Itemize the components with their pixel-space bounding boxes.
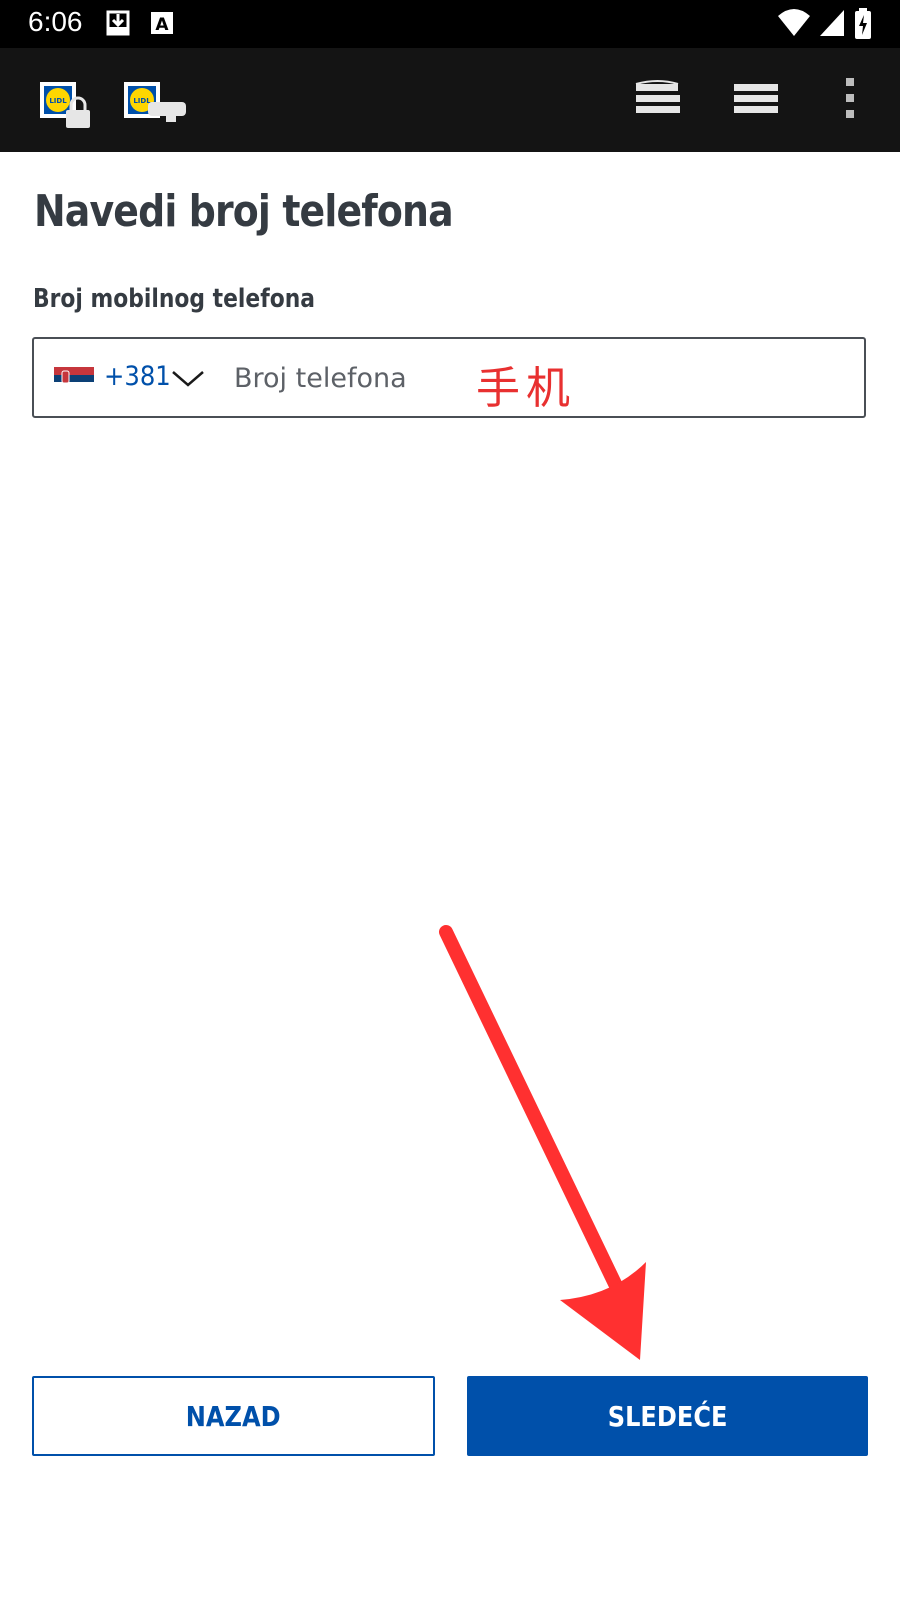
wifi-icon xyxy=(778,9,810,36)
phone-input-group: +381 xyxy=(32,337,866,418)
country-code[interactable]: +381 xyxy=(104,361,171,392)
back-button-label: NAZAD xyxy=(186,1399,281,1433)
next-button[interactable]: SLEDEĆE xyxy=(467,1376,868,1456)
svg-text:LIDL: LIDL xyxy=(133,97,151,105)
next-button-label: SLEDEĆE xyxy=(607,1399,728,1433)
page-title: Navedi broj telefona xyxy=(34,186,454,237)
list-menu-icon[interactable] xyxy=(732,78,784,122)
app-toolbar: LIDL LIDL xyxy=(0,48,900,152)
lidl-lock-icon[interactable]: LIDL xyxy=(38,80,94,132)
annotation-arrow xyxy=(439,925,646,1360)
status-time: 6:06 xyxy=(28,6,83,37)
svg-text:A: A xyxy=(155,15,169,35)
serbia-flag-icon[interactable] xyxy=(54,367,94,389)
battery-charging-icon xyxy=(855,8,871,39)
svg-text:LIDL: LIDL xyxy=(49,97,67,105)
stack-layers-icon[interactable] xyxy=(634,78,690,122)
cellular-signal-icon xyxy=(820,10,844,36)
download-notification-icon xyxy=(106,10,130,36)
font-a-icon: A xyxy=(151,12,173,35)
back-button[interactable]: NAZAD xyxy=(32,1376,435,1456)
overflow-menu-icon[interactable] xyxy=(842,76,858,120)
lidl-key-icon[interactable]: LIDL xyxy=(122,80,192,132)
phone-field-label: Broj mobilnog telefona xyxy=(33,284,316,314)
chevron-down-icon[interactable] xyxy=(171,369,205,389)
status-bar: 6:06 A xyxy=(0,0,900,48)
annotation-label: 手机 xyxy=(476,363,576,414)
